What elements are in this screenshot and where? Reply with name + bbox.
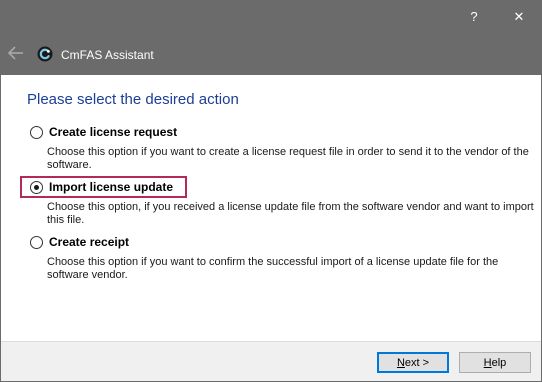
option-description: Choose this option, if you received a li… [47,201,534,226]
help-label-rest: elp [491,356,507,369]
back-arrow-icon[interactable] [7,45,25,61]
title-bar: ? ✕ CmFAS Assistant [1,1,541,75]
option-description: Choose this option if you want to create… [47,146,529,171]
option-description: Choose this option if you want to confir… [47,256,499,281]
help-icon: ? [470,9,478,24]
help-button[interactable]: Help [459,352,531,373]
next-button[interactable]: Next > [377,352,449,373]
option-label: Import license update [49,180,174,194]
help-title-button[interactable]: ? [452,1,496,32]
assistant-window: ? ✕ CmFAS Assistant Please select the de… [0,0,542,382]
radio-selected-dot [34,184,39,190]
next-mnemonic: N [396,356,405,369]
option-create-receipt[interactable]: Create receipt [30,234,129,250]
option-create-license-request[interactable]: Create license request [30,124,177,140]
close-icon: ✕ [513,8,525,24]
close-button[interactable]: ✕ [497,1,541,32]
radio-button-icon[interactable] [30,235,43,249]
radio-button-icon[interactable] [30,180,43,194]
help-mnemonic: H [483,356,492,369]
button-bar: Next > Help [1,341,541,381]
window-title: CmFAS Assistant [61,48,154,62]
option-import-license-update[interactable]: Import license update [30,179,173,195]
radio-button-icon[interactable] [30,125,43,139]
cmfas-logo-icon [37,46,53,62]
next-label-rest: ext > [404,356,430,369]
content-area: Please select the desired action Create … [1,75,541,341]
page-heading: Please select the desired action [27,91,239,108]
option-label: Create receipt [49,235,130,249]
option-label: Create license request [49,125,178,139]
